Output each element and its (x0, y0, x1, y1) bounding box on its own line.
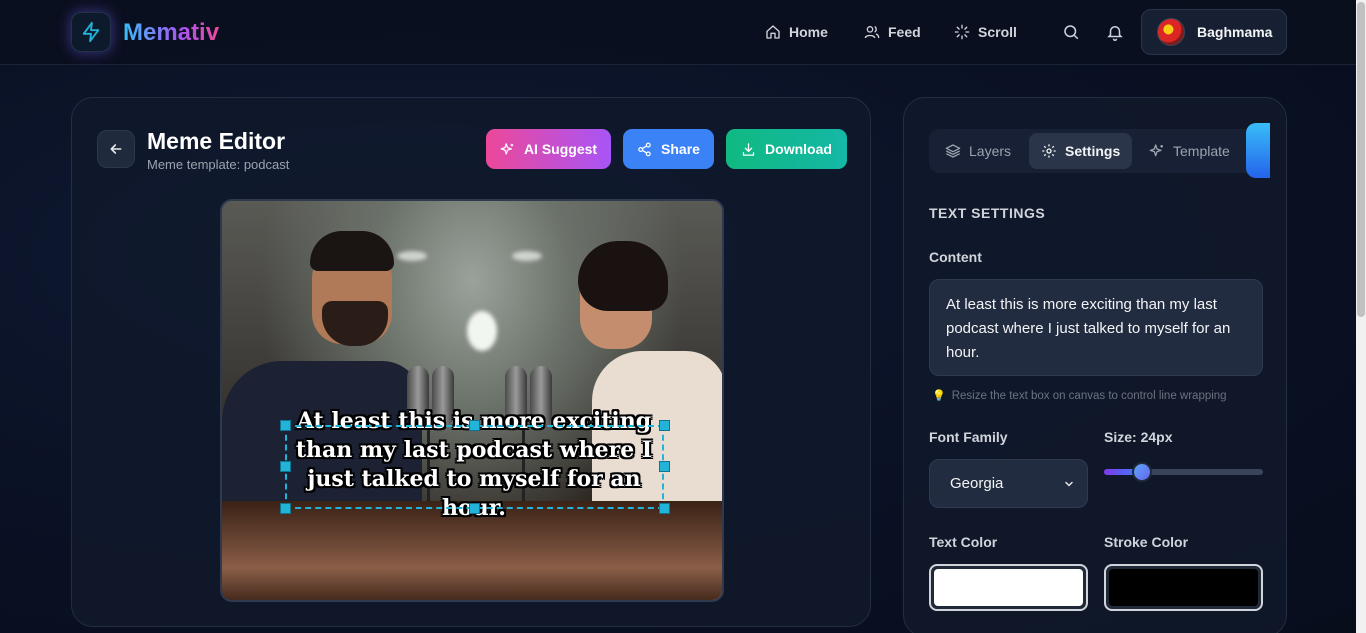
resize-handle-tc[interactable] (469, 420, 480, 431)
text-selection-box[interactable] (285, 425, 664, 509)
gear-icon (1042, 144, 1056, 158)
text-color-label: Text Color (929, 534, 998, 550)
chevron-down-icon (1065, 481, 1073, 486)
top-navbar: Memativ Home Feed Scroll Baghmama (0, 0, 1356, 65)
page-subtitle: Meme template: podcast (147, 157, 290, 172)
user-menu[interactable]: Baghmama (1141, 9, 1287, 55)
share-label: Share (661, 141, 700, 157)
background-light (467, 311, 497, 351)
lightbulb-icon: 💡 (932, 390, 946, 402)
stroke-color-fill (1109, 569, 1258, 606)
text-color-fill (934, 569, 1083, 606)
app-name[interactable]: Memativ (123, 19, 219, 47)
loader-icon (954, 24, 970, 40)
resize-handle-ml[interactable] (280, 461, 291, 472)
tab-settings-label: Settings (1065, 143, 1121, 159)
download-button[interactable]: Download (726, 129, 847, 169)
nav-home[interactable]: Home (765, 22, 828, 42)
nav-feed[interactable]: Feed (864, 22, 921, 42)
content-textarea[interactable]: At least this is more exciting than my l… (929, 279, 1263, 376)
settings-panel: Layers Settings Template TEXT SETTINGS C… (903, 97, 1287, 633)
nav-scroll[interactable]: Scroll (954, 22, 1017, 42)
editor-panel: Meme Editor Meme template: podcast AI Su… (71, 97, 871, 627)
share-icon (638, 142, 651, 156)
stroke-color-picker[interactable] (1104, 564, 1263, 611)
sparkles-icon (1149, 144, 1163, 157)
resize-hint: 💡 Resize the text box on canvas to contr… (932, 389, 1227, 403)
layers-icon (945, 144, 961, 158)
ai-suggest-button[interactable]: AI Suggest (486, 129, 611, 169)
download-label: Download (765, 141, 832, 157)
bell-icon (1107, 26, 1123, 41)
arrow-left-icon (110, 144, 122, 154)
tab-template[interactable]: Template (1137, 133, 1242, 169)
size-slider[interactable] (1104, 462, 1263, 482)
meme-canvas[interactable]: At least this is more exciting than my l… (220, 199, 724, 602)
page-scrollbar[interactable] (1356, 0, 1366, 633)
tab-settings[interactable]: Settings (1029, 133, 1133, 169)
notifications-button[interactable] (1105, 22, 1125, 42)
search-button[interactable] (1061, 22, 1081, 42)
user-name: Baghmama (1197, 24, 1273, 40)
section-title: TEXT SETTINGS (929, 205, 1046, 221)
resize-handle-br[interactable] (659, 503, 670, 514)
avatar (1157, 18, 1185, 46)
back-button[interactable] (97, 130, 135, 168)
lightning-icon (82, 21, 100, 43)
font-family-value: Georgia (950, 475, 1004, 492)
resize-handle-bc[interactable] (469, 503, 480, 514)
ai-suggest-label: AI Suggest (523, 141, 598, 157)
content-label: Content (929, 249, 982, 265)
share-button[interactable]: Share (623, 129, 714, 169)
background-light (397, 251, 427, 261)
size-label: Size: 24px (1104, 429, 1173, 445)
text-color-picker[interactable] (929, 564, 1088, 611)
resize-handle-tl[interactable] (280, 420, 291, 431)
nav-home-label: Home (789, 24, 828, 40)
panel-tabs: Layers Settings Template (929, 129, 1269, 173)
page-scrollbar-thumb[interactable] (1357, 2, 1365, 317)
tab-layers-label: Layers (969, 143, 1012, 159)
tab-template-label: Template (1173, 143, 1230, 159)
man-hair (310, 231, 394, 271)
background-light (512, 251, 542, 261)
users-icon (864, 26, 880, 39)
download-icon (742, 142, 755, 156)
resize-handle-tr[interactable] (659, 420, 670, 431)
font-family-select[interactable]: Georgia (929, 459, 1088, 508)
stroke-color-label: Stroke Color (1104, 534, 1189, 550)
home-icon (766, 25, 780, 39)
sparkles-icon (500, 142, 514, 154)
resize-hint-text: Resize the text box on canvas to control… (951, 389, 1227, 402)
font-family-label: Font Family (929, 429, 1008, 445)
nav-scroll-label: Scroll (978, 24, 1017, 40)
tab-overflow-button[interactable] (1246, 123, 1270, 178)
resize-handle-mr[interactable] (659, 461, 670, 472)
woman-hair (578, 241, 668, 311)
tab-layers[interactable]: Layers (933, 133, 1023, 169)
logo-badge[interactable] (71, 12, 111, 52)
size-slider-thumb[interactable] (1132, 462, 1153, 482)
search-icon (1064, 25, 1079, 40)
nav-feed-label: Feed (888, 24, 921, 40)
page-title: Meme Editor (147, 128, 286, 154)
resize-handle-bl[interactable] (280, 503, 291, 514)
